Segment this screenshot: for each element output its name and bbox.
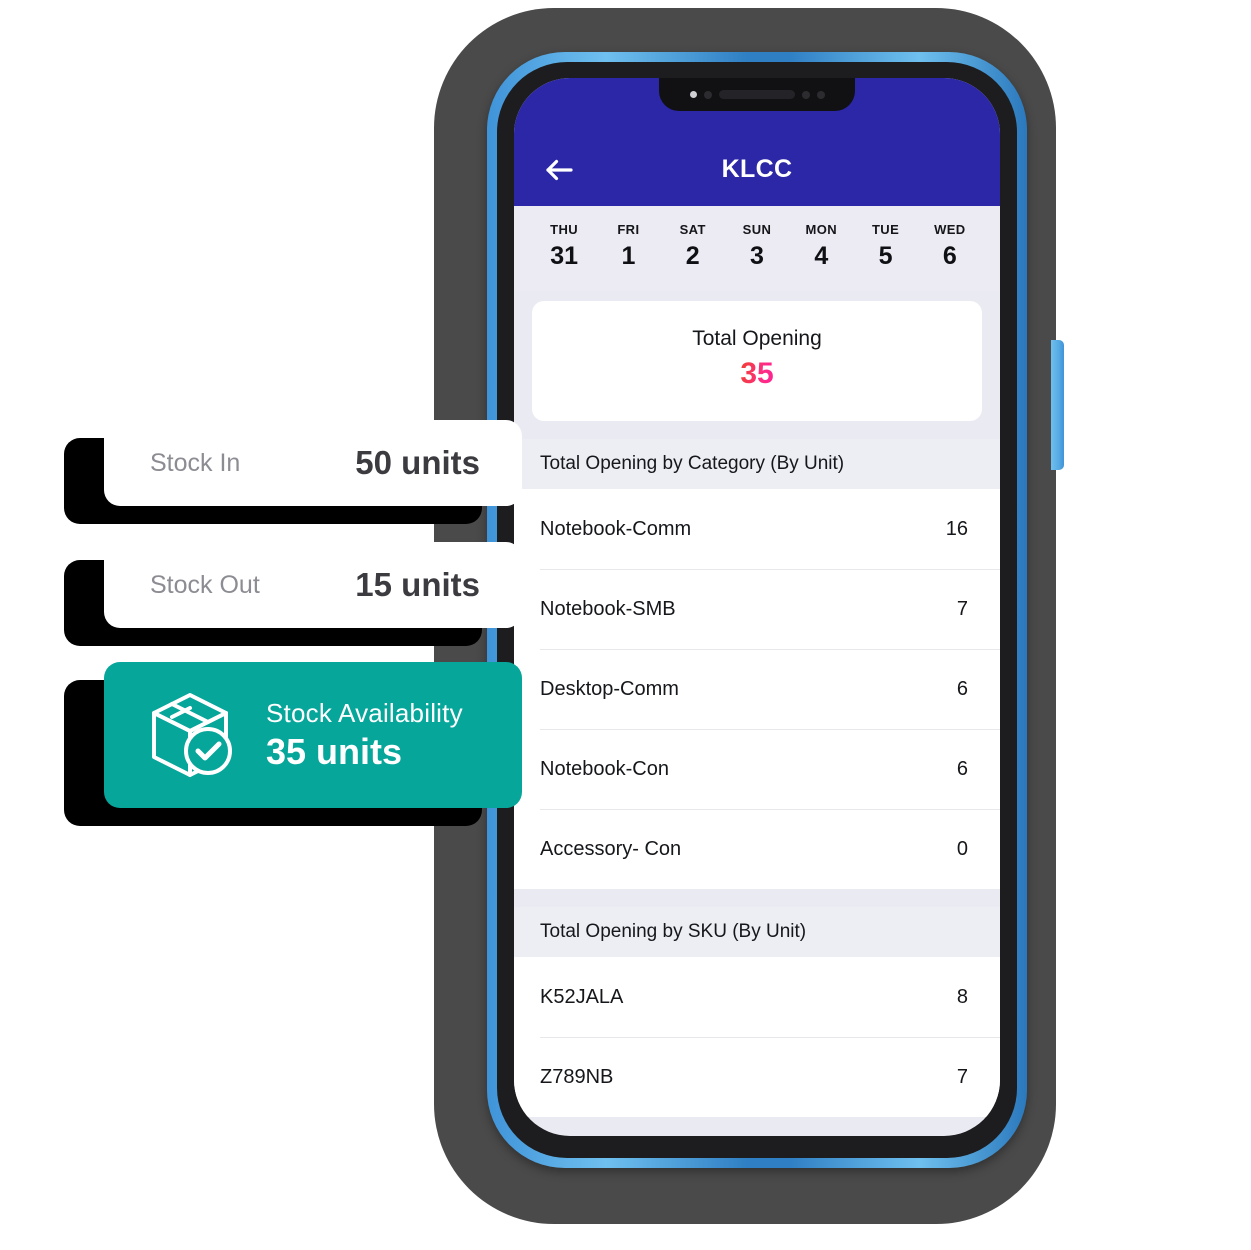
stock-out-value: 15 units: [355, 566, 480, 603]
stock-in-card[interactable]: Stock In 50 units: [104, 420, 522, 506]
table-row[interactable]: Notebook-Comm 16: [514, 489, 1000, 569]
row-label: Notebook-Con: [540, 757, 669, 780]
stock-out-card[interactable]: Stock Out 15 units: [104, 542, 522, 628]
box-check-icon: [146, 687, 242, 784]
date-num: 31: [550, 242, 579, 270]
table-row[interactable]: Notebook-Con 6: [514, 729, 1000, 809]
page-title: KLCC: [721, 155, 793, 183]
section-header-category: Total Opening by Category (By Unit): [514, 439, 1000, 489]
row-label: Desktop-Comm: [540, 677, 679, 700]
row-value: 16: [945, 517, 968, 540]
date-dow: MON: [805, 222, 838, 237]
arrow-left-icon: [546, 159, 573, 181]
row-label: Accessory- Con: [540, 837, 682, 860]
date-dow: FRI: [617, 222, 640, 237]
notch-indicator-led-icon: [689, 91, 697, 98]
stock-availability-label: Stock Availability: [266, 697, 463, 728]
notch-earpiece-speaker-icon: [718, 90, 795, 99]
sku-list: K52JALA 8 Z789NB 7: [514, 957, 1000, 1117]
stock-in-value: 50 units: [355, 444, 480, 481]
phone-side-button[interactable]: [1051, 340, 1064, 470]
date-num: 5: [878, 242, 893, 270]
stock-availability-card[interactable]: Stock Availability 35 units: [104, 662, 522, 808]
date-num: 2: [685, 242, 700, 270]
date-num: 3: [750, 242, 764, 270]
date-dow: TUE: [871, 222, 900, 237]
row-label: K52JALA: [540, 985, 624, 1008]
date-dow: SAT: [679, 222, 706, 237]
total-opening-value: 35: [740, 357, 774, 390]
phone-notch: [659, 78, 855, 111]
date-num: 4: [814, 242, 829, 270]
row-label: Z789NB: [540, 1065, 614, 1088]
date-dow: SUN: [742, 222, 772, 237]
date-dow: THU: [550, 222, 579, 237]
table-row[interactable]: Accessory- Con 0: [514, 809, 1000, 889]
date-dow: WED: [934, 222, 966, 237]
phone-screen: KLCC THU 31 FRI 1 SAT 2 SUN 3 MON 4 TUE …: [514, 78, 1000, 1136]
date-strip: THU 31 FRI 1 SAT 2 SUN 3 MON 4 TUE 5 WED…: [514, 206, 1000, 291]
row-value: 8: [956, 985, 968, 1008]
stock-out-label: Stock Out: [150, 570, 260, 599]
row-value: 0: [956, 837, 968, 860]
date-cell-sat-2[interactable]: SAT 2: [661, 222, 725, 271]
notch-front-camera-icon: [816, 90, 825, 99]
section-header-sku: Total Opening by SKU (By Unit): [514, 907, 1000, 957]
back-button[interactable]: [540, 150, 580, 190]
table-row[interactable]: Notebook-SMB 7: [514, 569, 1000, 649]
stock-availability-text: Stock Availability 35 units: [266, 698, 463, 773]
stock-availability-value: 35 units: [266, 730, 403, 772]
row-label: Notebook-Comm: [540, 517, 692, 540]
date-cell-mon-4[interactable]: MON 4: [789, 222, 853, 271]
total-opening-label: Total Opening: [692, 327, 822, 350]
row-value: 7: [956, 1065, 968, 1088]
date-cell-fri-1[interactable]: FRI 1: [596, 222, 660, 271]
date-cell-tue-5[interactable]: TUE 5: [853, 222, 917, 271]
row-value: 6: [956, 757, 968, 780]
date-cell-sun-3[interactable]: SUN 3: [725, 222, 789, 271]
category-list: Notebook-Comm 16 Notebook-SMB 7 Desktop-…: [514, 489, 1000, 889]
date-num: 6: [942, 242, 957, 270]
row-value: 7: [956, 597, 968, 620]
date-cell-thu-31[interactable]: THU 31: [532, 222, 596, 271]
notch-sensor-icon: [703, 90, 712, 99]
table-row[interactable]: Z789NB 7: [514, 1037, 1000, 1117]
table-row[interactable]: K52JALA 8: [514, 957, 1000, 1037]
stock-in-label: Stock In: [150, 448, 241, 477]
date-num: 1: [621, 242, 636, 270]
total-opening-card: Total Opening 35: [532, 301, 982, 421]
row-label: Notebook-SMB: [540, 597, 676, 620]
date-cell-wed-6[interactable]: WED 6: [918, 222, 982, 271]
row-value: 6: [956, 677, 968, 700]
table-row[interactable]: Desktop-Comm 6: [514, 649, 1000, 729]
notch-proximity-sensor-icon: [801, 90, 810, 99]
